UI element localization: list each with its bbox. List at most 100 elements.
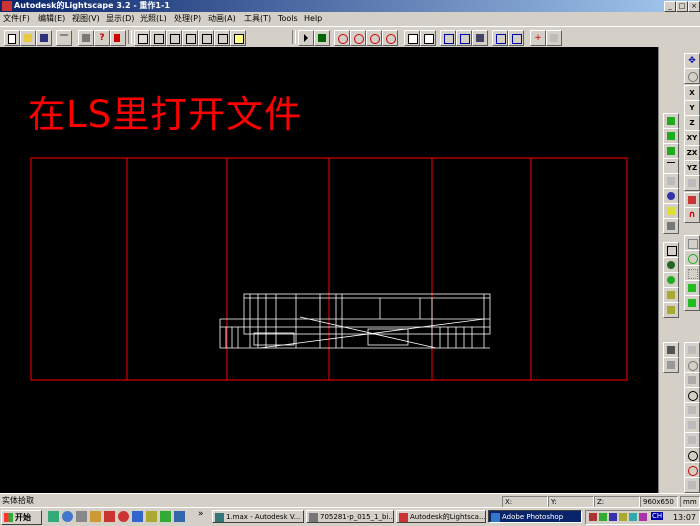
tray-icon-2[interactable] [599, 513, 607, 521]
eye-icon[interactable] [684, 357, 700, 373]
tool-icon[interactable] [146, 511, 157, 522]
language-indicator[interactable]: CH [651, 512, 664, 520]
view-y-button[interactable]: Y [684, 100, 700, 116]
open-icon[interactable] [20, 30, 36, 46]
refresh-icon[interactable] [684, 447, 700, 463]
tray-icon-1[interactable] [589, 513, 597, 521]
luminaire-icon[interactable] [166, 30, 182, 46]
zoom-out-icon[interactable] [366, 30, 382, 46]
animate-icon[interactable] [472, 30, 488, 46]
pan-icon[interactable]: ✥ [684, 53, 700, 69]
tilt-icon[interactable] [684, 432, 700, 448]
tray-icon-5[interactable] [629, 513, 637, 521]
target-icon[interactable] [456, 30, 472, 46]
look-icon[interactable] [684, 372, 700, 388]
layer-icon[interactable] [134, 30, 150, 46]
help-icon[interactable]: ? [94, 30, 110, 46]
menu-help[interactable]: Help [304, 12, 322, 25]
query-icon[interactable] [314, 30, 330, 46]
view-x-button[interactable]: X [684, 85, 700, 101]
start-button[interactable]: 开始 [1, 510, 42, 525]
rotate-icon[interactable] [546, 30, 562, 46]
app-shortcut-icon[interactable] [118, 511, 129, 522]
context-help-icon[interactable] [110, 30, 126, 46]
magnet-icon[interactable]: ∩ [684, 207, 700, 223]
media-icon[interactable] [104, 511, 115, 522]
menu-display[interactable]: 显示(D) [106, 12, 134, 25]
zoom-all-icon[interactable] [382, 30, 398, 46]
camera-icon[interactable] [440, 30, 456, 46]
walk-icon[interactable] [684, 342, 700, 358]
layer-slot-icon[interactable] [663, 242, 679, 258]
perspective-icon[interactable] [684, 175, 700, 191]
material-icon[interactable] [150, 30, 166, 46]
mail-icon[interactable] [132, 511, 143, 522]
new-icon[interactable] [4, 30, 20, 46]
menu-file[interactable]: 文件(F) [3, 12, 30, 25]
globe-shortcut-icon[interactable] [160, 511, 171, 522]
figure-alt-icon[interactable] [663, 357, 679, 373]
print-icon[interactable] [78, 30, 94, 46]
taskbar-item-photoshop[interactable]: Adobe Photoshop [488, 510, 582, 523]
hidden-line-icon[interactable] [684, 250, 700, 266]
orbit-icon[interactable] [684, 68, 700, 84]
roll-icon[interactable] [684, 417, 700, 433]
globe-icon[interactable] [663, 188, 679, 204]
shaded-icon[interactable] [684, 280, 700, 296]
save-icon[interactable] [36, 30, 52, 46]
tray-icon-3[interactable] [609, 513, 617, 521]
more-quicklaunch[interactable]: » [198, 509, 204, 519]
ie-icon[interactable] [62, 511, 73, 522]
select-icon[interactable] [298, 30, 314, 46]
menu-light[interactable]: 光照(L) [140, 12, 167, 25]
app-icon[interactable] [2, 1, 12, 11]
blank-icon[interactable] [663, 173, 679, 189]
zoom-rect-icon[interactable] [350, 30, 366, 46]
explorer-icon[interactable] [76, 511, 87, 522]
render-icon[interactable] [492, 30, 508, 46]
desktop-icon[interactable] [48, 511, 59, 522]
window-icon[interactable] [198, 30, 214, 46]
render-alt-icon[interactable] [508, 30, 524, 46]
block-icon[interactable] [182, 30, 198, 46]
light-alt-icon[interactable] [230, 30, 246, 46]
edge-icon[interactable] [663, 158, 679, 174]
taskbar-item-lightscape[interactable]: Autodesk的Lightsca... [396, 510, 486, 523]
figure-icon[interactable] [663, 342, 679, 358]
grid-icon[interactable] [684, 265, 700, 281]
copy-icon[interactable] [404, 30, 420, 46]
maximize-button[interactable]: □ [676, 1, 688, 12]
zoom-icon[interactable] [334, 30, 350, 46]
sphere-icon[interactable] [663, 272, 679, 288]
menu-tools[interactable]: 工具(T) [244, 12, 271, 25]
light-icon[interactable] [214, 30, 230, 46]
taskbar-item-image[interactable]: 705281-p_015_1_bi... [306, 510, 394, 523]
light-source-icon[interactable] [663, 203, 679, 219]
material-slot-icon[interactable] [663, 218, 679, 234]
close-button[interactable]: × [688, 1, 700, 12]
view-yz-button[interactable]: YZ [684, 160, 700, 176]
taskbar-item-3dsmax[interactable]: 1.max - Autodesk V... [212, 510, 304, 523]
zoom-in-icon[interactable] [684, 462, 700, 478]
lamp-icon[interactable] [663, 287, 679, 303]
menu-animation[interactable]: 动画(A) [208, 12, 236, 25]
render-mode-icon[interactable] [684, 192, 700, 208]
tray-icon-6[interactable] [639, 513, 647, 521]
dolly-icon[interactable] [684, 402, 700, 418]
view-z-button[interactable]: Z [684, 115, 700, 131]
surface-icon[interactable] [663, 128, 679, 144]
object-icon[interactable] [663, 113, 679, 129]
spot-icon[interactable] [663, 302, 679, 318]
zoom-view-icon[interactable] [684, 387, 700, 403]
menu-process[interactable]: 处理(P) [174, 12, 201, 25]
move-icon[interactable]: + [530, 30, 546, 46]
face-icon[interactable] [663, 143, 679, 159]
scene-icon[interactable] [663, 257, 679, 273]
tray-icon-4[interactable] [619, 513, 627, 521]
undo-icon[interactable] [56, 30, 72, 46]
view-zx-button[interactable]: ZX [684, 145, 700, 161]
menu-view[interactable]: 视图(V) [72, 12, 100, 25]
menu-edit[interactable]: 编辑(E) [38, 12, 65, 25]
paste-icon[interactable] [420, 30, 436, 46]
shortcut-icon[interactable] [174, 511, 185, 522]
